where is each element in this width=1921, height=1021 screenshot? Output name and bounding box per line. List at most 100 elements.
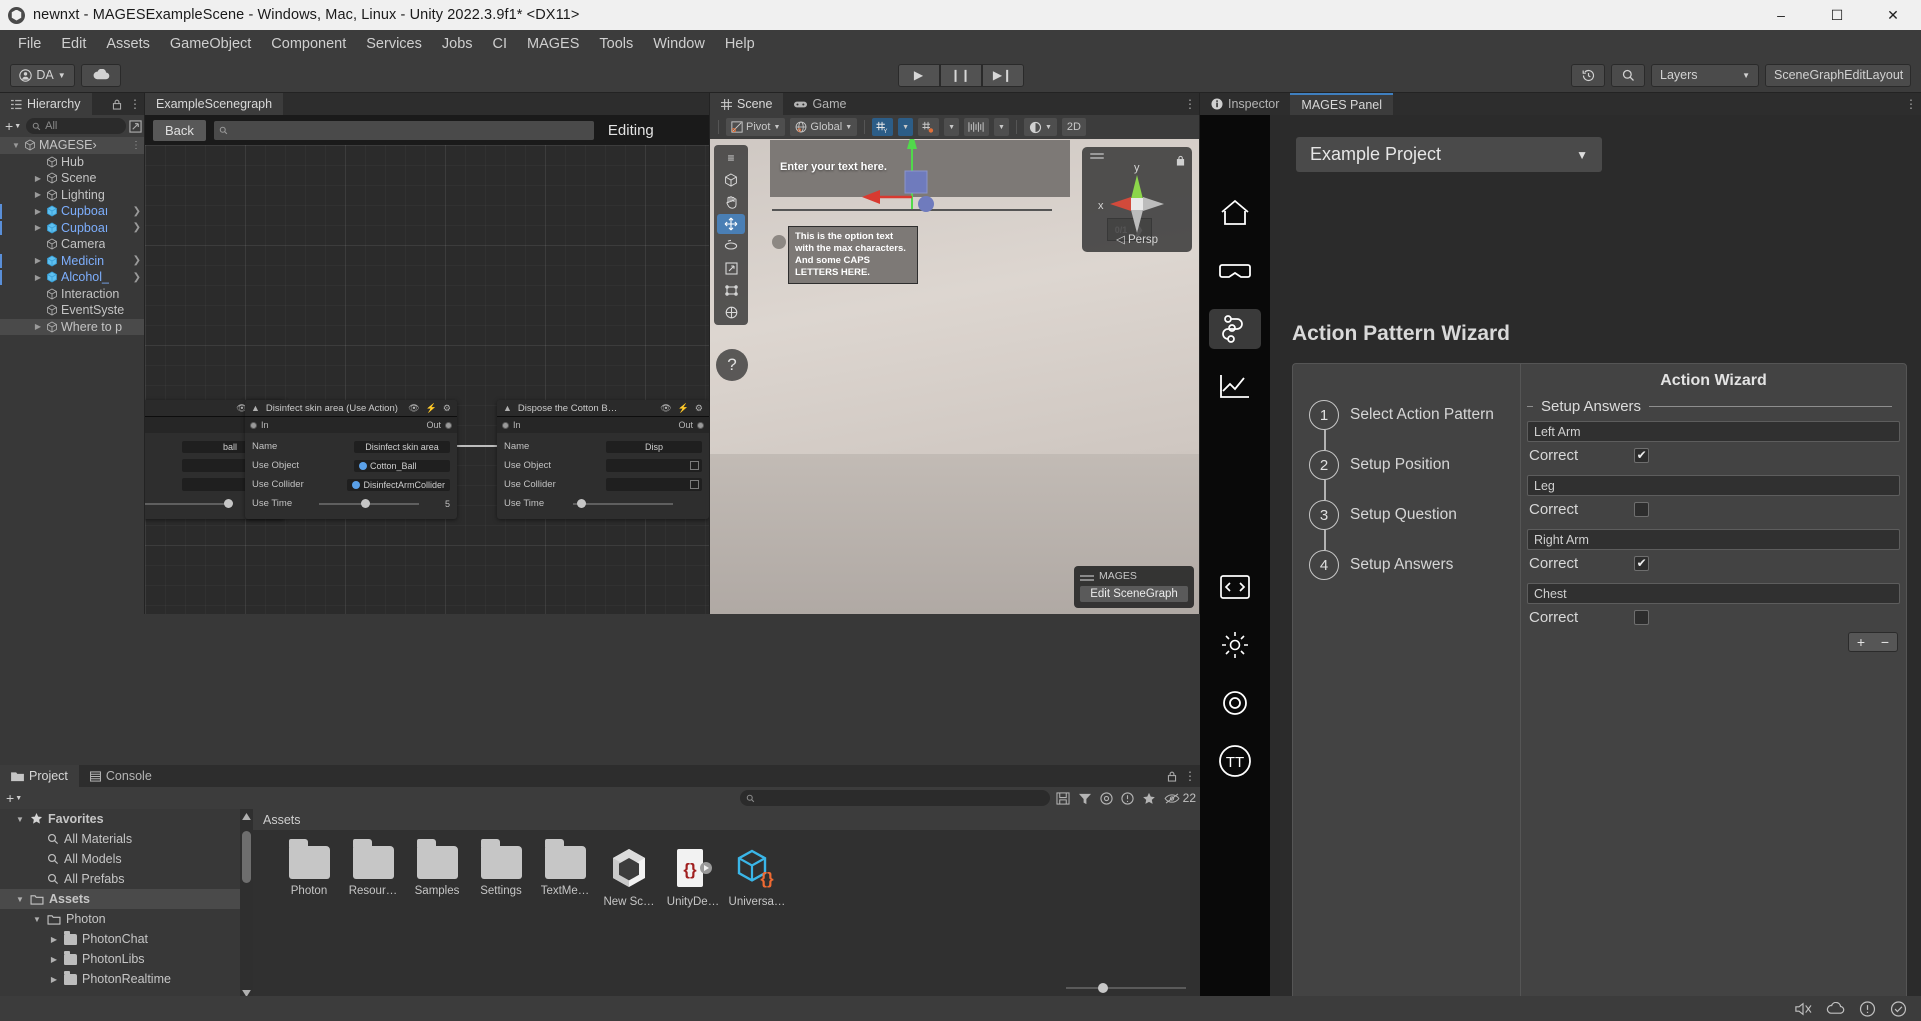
eye-icon[interactable]: 👁 — [660, 403, 671, 414]
node-collapse-icon[interactable]: ▲ — [251, 403, 260, 413]
port-dot[interactable] — [697, 421, 704, 429]
remove-answer-button[interactable]: − — [1873, 633, 1897, 651]
rail-vr-button[interactable] — [1209, 251, 1261, 291]
scene-viewport[interactable]: Enter your text here. This is the option… — [710, 139, 1200, 614]
project-tree-item-photonrealtime[interactable]: ▶ PhotonRealtime — [0, 969, 253, 989]
answer-name-input[interactable]: Left Arm — [1527, 421, 1900, 442]
asset-item[interactable]: Photon — [277, 839, 341, 908]
transform-tool-icon[interactable] — [717, 302, 745, 322]
project-tree-item-photonchat[interactable]: ▶ PhotonChat — [0, 929, 253, 949]
menu-item-tools[interactable]: Tools — [589, 33, 643, 55]
asset-item[interactable]: {} UnityDe… — [661, 846, 725, 908]
project-tree-scrollbar[interactable] — [240, 809, 253, 1001]
box-icon[interactable] — [717, 170, 745, 190]
project-add-button[interactable]: + ▼ — [4, 790, 24, 806]
cloud-button[interactable] — [81, 63, 121, 87]
asset-item[interactable]: New Sc… — [597, 846, 661, 908]
answer-correct-checkbox[interactable]: ✔ — [1634, 555, 1650, 571]
scenegraph-node[interactable]: ▲ Dispose the Cotton B… 👁 ⚡ ⚙ In Out Nam… — [497, 400, 709, 519]
kebab-menu-icon[interactable]: ⋮ — [1905, 97, 1917, 111]
rotate-tool-icon[interactable] — [717, 236, 745, 256]
node-object-field[interactable] — [606, 459, 702, 472]
edit-scenegraph-button[interactable]: Edit SceneGraph — [1080, 586, 1188, 602]
menu-item-component[interactable]: Component — [261, 33, 356, 55]
rail-code-button[interactable] — [1209, 567, 1261, 607]
menu-item-window[interactable]: Window — [643, 33, 715, 55]
tree-expander-icon[interactable]: ▶ — [49, 955, 59, 964]
ruler-dropdown[interactable]: ▼ — [994, 118, 1009, 136]
lightning-icon[interactable]: ⚡ — [678, 403, 689, 414]
node-field-value[interactable]: Disinfect skin area — [354, 440, 450, 453]
step-button[interactable]: ▶❙ — [981, 63, 1024, 87]
project-search-input[interactable] — [739, 790, 1050, 806]
answer-name-input[interactable]: Right Arm — [1527, 529, 1900, 550]
object-picker-icon[interactable] — [690, 461, 699, 470]
wizard-step-3[interactable]: 3 Setup Question — [1293, 490, 1520, 550]
rail-settings-small-button[interactable] — [1209, 625, 1261, 665]
node-out-port[interactable]: Out — [426, 420, 452, 430]
ruler-button[interactable] — [964, 118, 990, 136]
wizard-step-4[interactable]: 4 Setup Answers — [1293, 540, 1520, 590]
answer-name-input[interactable]: Chest — [1527, 583, 1900, 604]
rail-tt-button[interactable]: TT — [1209, 741, 1261, 781]
tree-expander-icon[interactable]: ▼ — [32, 915, 42, 924]
menu-item-edit[interactable]: Edit — [51, 33, 96, 55]
project-tree-item-favorites[interactable]: ▼ Favorites — [0, 809, 253, 829]
pivot-dropdown[interactable]: Pivot ▼ — [726, 118, 786, 136]
node-out-port[interactable]: Out — [678, 420, 704, 430]
minimize-button[interactable]: – — [1753, 0, 1809, 30]
maximize-button[interactable]: ☐ — [1809, 0, 1865, 30]
search-button[interactable] — [1611, 63, 1645, 87]
rail-scenegraph-button[interactable] — [1209, 309, 1261, 349]
rail-analytics-button[interactable] — [1209, 367, 1261, 407]
kebab-menu-icon[interactable]: ⋮ — [131, 140, 145, 151]
account-button[interactable]: DA ▼ — [10, 63, 75, 87]
slider-knob[interactable] — [224, 499, 234, 508]
scrollbar-thumb[interactable] — [242, 831, 251, 883]
tab-inspector[interactable]: Inspector — [1200, 93, 1291, 115]
node-object-field[interactable]: Cotton_Ball — [354, 459, 450, 472]
node-object-field[interactable] — [606, 478, 702, 491]
wizard-step-1[interactable]: 1 Select Action Pattern — [1293, 390, 1520, 450]
node-field-value[interactable]: Disp — [606, 440, 702, 453]
answer-correct-checkbox[interactable] — [1634, 501, 1650, 517]
tree-expander-icon[interactable]: ▶ — [33, 207, 43, 216]
tab-scene[interactable]: Scene — [710, 93, 784, 115]
port-dot[interactable] — [445, 421, 452, 429]
snap-dropdown[interactable]: ▼ — [944, 118, 960, 136]
hierarchy-item-lighting[interactable]: ▶ Lighting — [0, 187, 145, 204]
tree-expander-icon[interactable]: ▶ — [33, 273, 43, 282]
object-picker-icon[interactable] — [690, 480, 699, 489]
node-header[interactable]: ▲ Disinfect skin area (Use Action) 👁 ⚡ ⚙ — [245, 400, 457, 417]
asset-item[interactable]: TextMe… — [533, 839, 597, 908]
slider-knob[interactable] — [1098, 983, 1108, 993]
asset-zoom-slider[interactable] — [1066, 982, 1186, 994]
hierarchy-item-cupboa-[interactable]: ▶ Cupboaı ❯ — [0, 220, 145, 237]
hierarchy-item-camera[interactable]: Camera — [0, 236, 145, 253]
overlay-drag-handle[interactable] — [1080, 575, 1094, 577]
tree-expander-icon[interactable]: ▶ — [33, 322, 43, 331]
move-gizmo[interactable] — [850, 139, 970, 219]
eye-icon[interactable]: 👁 — [408, 403, 419, 414]
node-settings-icon[interactable]: ⚙ — [695, 403, 703, 414]
asset-item[interactable]: Resour… — [341, 839, 405, 908]
tab-game[interactable]: Game — [783, 93, 858, 115]
project-dropdown[interactable]: Example Project ▼ — [1296, 137, 1602, 172]
answer-correct-checkbox[interactable]: ✔ — [1634, 447, 1650, 463]
tree-expander-icon[interactable]: ▼ — [11, 141, 21, 150]
rail-settings-button[interactable] — [1209, 683, 1261, 723]
tree-expander-icon[interactable]: ▶ — [33, 256, 43, 265]
pause-button[interactable]: ❙❙ — [939, 63, 982, 87]
hierarchy-search-input[interactable]: All — [26, 118, 126, 134]
hand-tool-icon[interactable] — [717, 192, 745, 212]
scene-help-button[interactable]: ? — [716, 349, 748, 381]
tree-expander-icon[interactable]: ▶ — [33, 223, 43, 232]
hierarchy-item-magese-[interactable]: ▼ MAGESE› ⋮ — [0, 137, 145, 154]
tree-expander-icon[interactable]: ▼ — [15, 895, 25, 904]
menu-item-gameobject[interactable]: GameObject — [160, 33, 261, 55]
hierarchy-item-medicin[interactable]: ▶ Medicin ❯ — [0, 253, 145, 270]
kebab-menu-icon[interactable]: ⋮ — [1184, 769, 1196, 783]
tab-example-scenegraph[interactable]: ExampleScenegraph — [145, 93, 284, 115]
lightning-icon[interactable]: ⚡ — [426, 403, 437, 414]
scenegraph-back-button[interactable]: Back — [153, 119, 206, 141]
